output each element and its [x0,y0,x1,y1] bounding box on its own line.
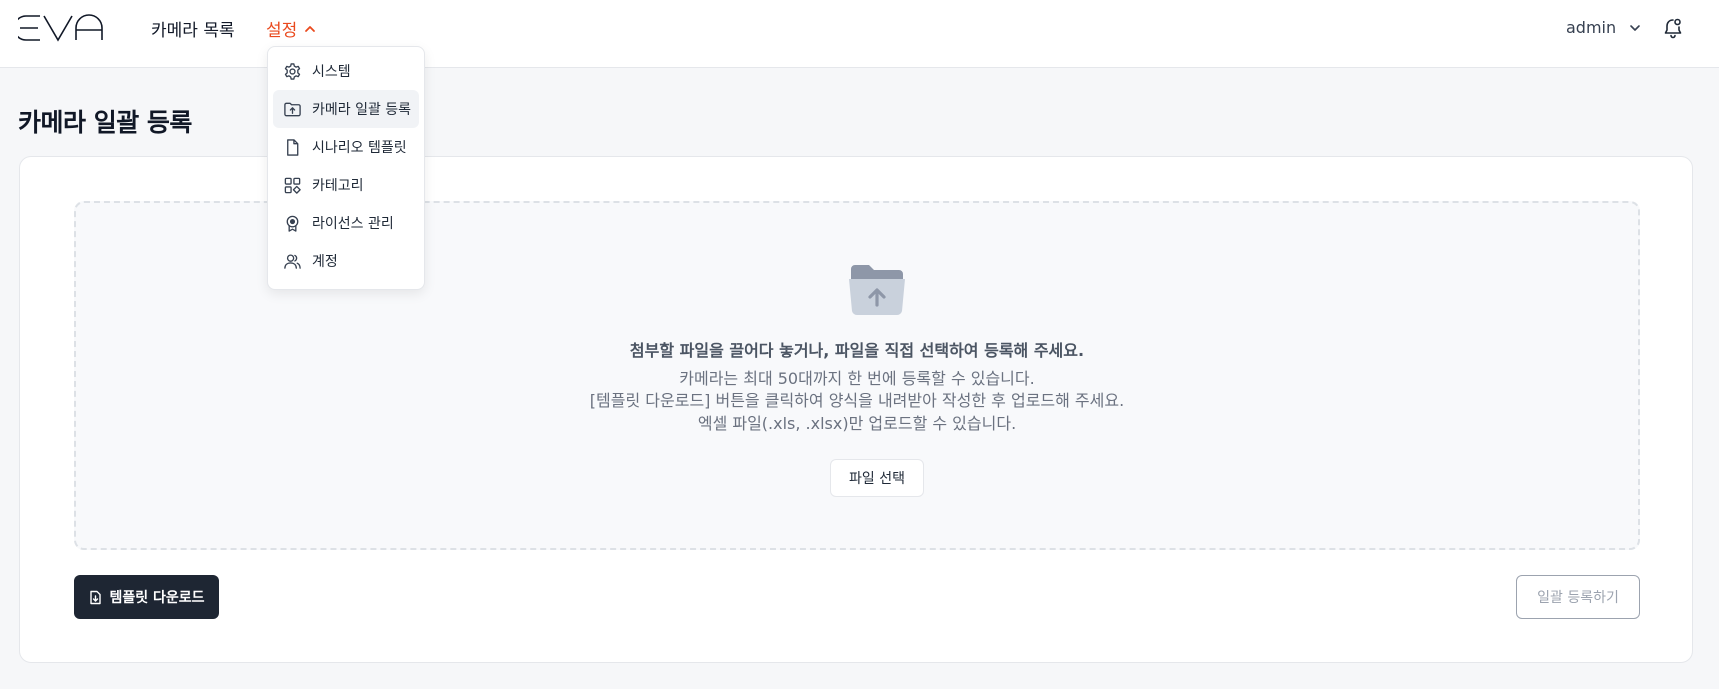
folder-upload-icon [849,265,905,316]
menu-item-label: 시나리오 템플릿 [312,140,407,156]
bell-notification-icon[interactable] [1663,17,1683,39]
file-icon [287,138,299,156]
menu-item-label: 계정 [312,254,338,270]
dropzone-limit-text: 카메라는 최대 50대까지 한 번에 등록할 수 있습니다. [679,369,1035,388]
chevron-up-icon [305,25,316,32]
template-download-label: 템플릿 다운로드 [109,590,205,606]
user-menu[interactable]: admin [1566,18,1642,37]
menu-item-license[interactable]: 라이선스 관리 [273,204,419,242]
file-download-icon [90,590,102,604]
menu-item-camera-bulk-register[interactable]: 카메라 일괄 등록 [273,90,419,128]
dropzone-instruction: 첨부할 파일을 끌어다 놓거나, 파일을 직접 선택하여 등록해 주세요. [629,341,1085,360]
chevron-down-icon [1630,24,1640,31]
menu-item-scenario-template[interactable]: 시나리오 템플릿 [273,128,419,166]
menu-item-account[interactable]: 계정 [273,242,419,280]
template-download-button[interactable]: 템플릿 다운로드 [74,575,219,619]
settings-dropdown-menu: 시스템 카메라 일괄 등록 시나리오 템플릿 카테고리 라이선스 관리 계정 [267,46,425,290]
nav-camera-list[interactable]: 카메라 목록 [151,16,235,41]
menu-item-label: 라이선스 관리 [312,216,394,232]
menu-item-label: 카테고리 [312,178,364,194]
users-icon [284,253,301,269]
dropzone-filetype-text: 엑셀 파일(.xls, .xlsx)만 업로드할 수 있습니다. [697,414,1017,433]
dropzone-template-text: [템플릿 다운로드] 버튼을 클릭하여 양식을 내려받아 작성한 후 업로드해 … [589,391,1125,410]
eva-logo[interactable] [18,12,108,44]
menu-item-system[interactable]: 시스템 [273,52,419,90]
menu-item-category[interactable]: 카테고리 [273,166,419,204]
nav-settings-label: 설정 [266,21,298,41]
username: admin [1566,18,1617,37]
menu-item-label: 카메라 일괄 등록 [312,102,412,118]
top-header: 카메라 목록 설정 admin [0,0,1719,68]
page-title: 카메라 일괄 등록 [18,108,192,137]
folder-upload-icon [284,102,301,116]
select-file-button[interactable]: 파일 선택 [830,459,924,497]
menu-item-label: 시스템 [312,64,351,80]
category-grid-icon [284,177,301,194]
bulk-register-button[interactable]: 일괄 등록하기 [1516,575,1640,619]
gear-icon [284,62,301,80]
nav-settings[interactable]: 설정 [266,16,317,41]
badge-icon [286,215,299,232]
